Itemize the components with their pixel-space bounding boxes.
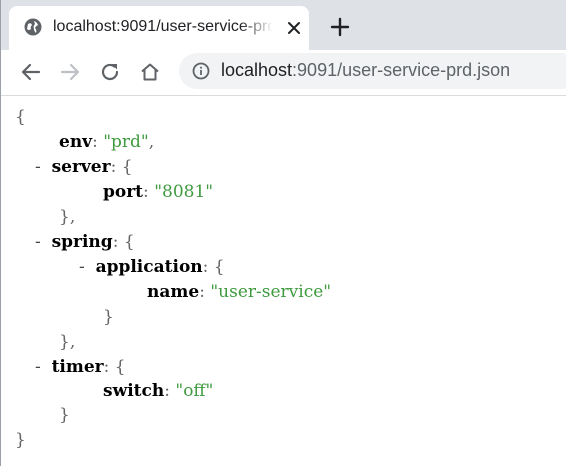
close-brace: }, bbox=[59, 207, 76, 227]
close-icon[interactable] bbox=[285, 19, 303, 37]
url-text[interactable]: localhost:9091/user-service-prd.json bbox=[221, 60, 510, 81]
json-key-server: server bbox=[51, 157, 111, 177]
globe-icon bbox=[24, 18, 42, 36]
address-bar[interactable]: localhost:9091/user-service-prd.json bbox=[179, 53, 566, 89]
collapse-toggle-application[interactable]: - bbox=[79, 257, 85, 277]
tab-strip: localhost:9091/user-service-prd.json bbox=[1, 0, 566, 50]
collapse-toggle-server[interactable]: - bbox=[35, 157, 41, 177]
close-brace: } bbox=[103, 307, 114, 327]
json-line-application: - application: { bbox=[79, 255, 225, 280]
json-line-timer-close: } bbox=[59, 403, 70, 428]
json-line-application-close: } bbox=[103, 305, 114, 330]
collapse-toggle-spring[interactable]: - bbox=[35, 232, 41, 252]
colon: : bbox=[202, 257, 209, 277]
home-button[interactable] bbox=[136, 58, 164, 86]
json-value-env: "prd" bbox=[103, 132, 149, 152]
info-icon[interactable] bbox=[192, 62, 210, 80]
colon: : bbox=[164, 381, 170, 401]
back-arrow-icon bbox=[21, 63, 41, 81]
json-key-application: application bbox=[95, 257, 203, 277]
json-key-spring: spring bbox=[51, 232, 113, 252]
open-brace: { bbox=[121, 157, 133, 177]
colon: : bbox=[103, 357, 110, 377]
forward-arrow-icon bbox=[60, 63, 80, 81]
colon: : bbox=[92, 132, 98, 152]
root-open-brace: { bbox=[15, 107, 26, 127]
colon: : bbox=[112, 232, 119, 252]
forward-button[interactable] bbox=[56, 58, 84, 86]
json-line-server: - server: { bbox=[35, 155, 133, 180]
json-line-env: env: "prd", bbox=[59, 130, 154, 155]
back-button[interactable] bbox=[17, 58, 45, 86]
open-brace: { bbox=[114, 357, 126, 377]
collapse-toggle-timer[interactable]: - bbox=[35, 357, 41, 377]
json-line-root-open: { bbox=[15, 105, 26, 130]
json-value-switch: "off" bbox=[175, 381, 214, 401]
json-key-name: name bbox=[147, 282, 200, 302]
json-key-switch: switch bbox=[103, 381, 165, 401]
browser-window: localhost:9091/user-service-prd.json bbox=[0, 0, 566, 466]
json-line-switch: switch: "off" bbox=[103, 379, 213, 404]
json-line-name: name: "user-service" bbox=[147, 280, 331, 305]
json-value-port: "8081" bbox=[154, 182, 214, 202]
json-line-spring: - spring: { bbox=[35, 230, 135, 255]
json-key-port: port bbox=[103, 182, 144, 202]
reload-button[interactable] bbox=[96, 58, 124, 86]
new-tab-plus-icon[interactable] bbox=[327, 14, 353, 40]
url-path: :9091/user-service-prd.json bbox=[292, 60, 511, 80]
comma: , bbox=[148, 132, 155, 152]
reload-icon bbox=[101, 63, 119, 81]
json-line-port: port: "8081" bbox=[103, 180, 213, 205]
json-line-root-close: } bbox=[15, 428, 26, 453]
colon: : bbox=[110, 157, 117, 177]
colon: : bbox=[143, 182, 149, 202]
url-host: localhost bbox=[221, 60, 293, 80]
active-tab[interactable]: localhost:9091/user-service-prd.json bbox=[9, 6, 309, 50]
root-close-brace: } bbox=[15, 430, 26, 450]
browser-toolbar: localhost:9091/user-service-prd.json bbox=[1, 50, 566, 96]
json-line-server-close: }, bbox=[59, 205, 75, 230]
close-brace: } bbox=[59, 405, 70, 425]
json-value-name: "user-service" bbox=[210, 282, 332, 302]
json-line-timer: - timer: { bbox=[35, 355, 126, 380]
colon: : bbox=[199, 282, 205, 302]
close-brace: }, bbox=[59, 332, 76, 352]
json-line-spring-close: }, bbox=[59, 330, 75, 355]
json-key-env: env bbox=[59, 132, 93, 152]
open-brace: { bbox=[213, 257, 225, 277]
tab-title: localhost:9091/user-service-prd.json bbox=[53, 18, 273, 35]
json-key-timer: timer bbox=[51, 357, 104, 377]
json-viewer: { env: "prd", - server: { port: "8081" }… bbox=[1, 97, 566, 466]
home-icon bbox=[141, 63, 159, 81]
open-brace: { bbox=[123, 232, 135, 252]
